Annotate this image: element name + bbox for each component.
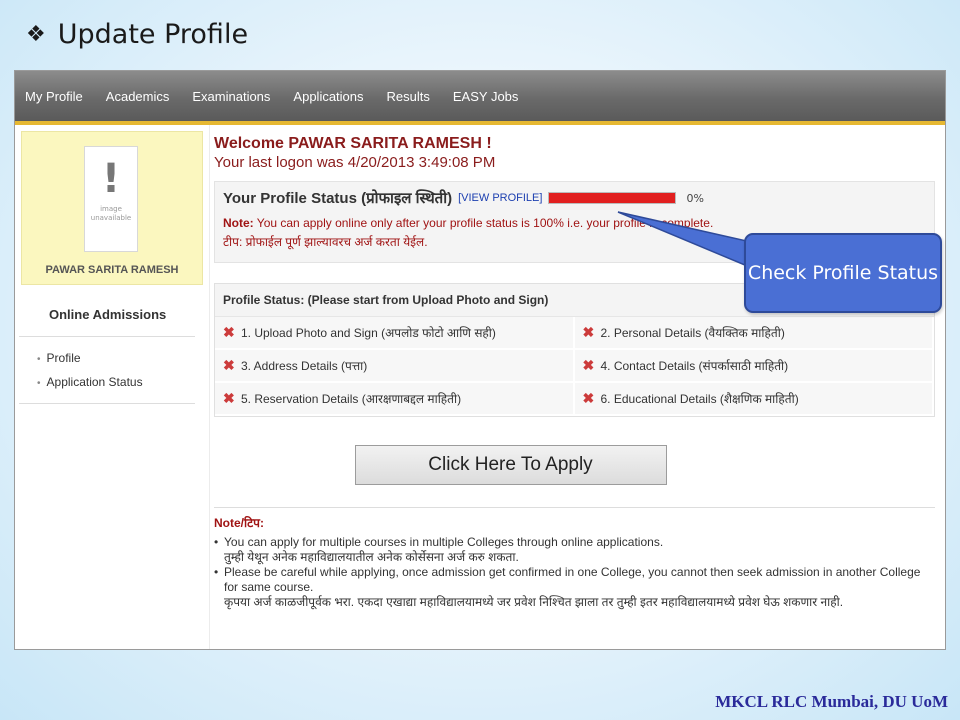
sidebar: ! image unavailable PAWAR SARITA RAMESH … bbox=[15, 125, 209, 649]
note-line: Note: You can apply online only after yo… bbox=[223, 216, 926, 230]
nav-results[interactable]: Results bbox=[387, 89, 430, 104]
bullet-icon: • bbox=[214, 565, 219, 579]
progress-percent: 0% bbox=[686, 191, 704, 205]
profile-progress-bar bbox=[548, 192, 677, 204]
diamond-bullet-icon: ❖ bbox=[26, 21, 46, 47]
step-label: 3. Address Details (पत्ता) bbox=[241, 359, 368, 373]
slide-title: ❖ Update Profile bbox=[26, 14, 248, 54]
note-text: You can apply online only after your pro… bbox=[256, 216, 714, 230]
incomplete-x-icon: ✖ bbox=[223, 357, 235, 373]
incomplete-x-icon: ✖ bbox=[223, 390, 235, 406]
sidebar-section-title: Online Admissions bbox=[19, 285, 195, 337]
profile-photo: ! image unavailable bbox=[84, 146, 138, 252]
step-label: 4. Contact Details (संपर्कासाठी माहिती) bbox=[600, 359, 789, 373]
top-navigation: My Profile Academics Examinations Applic… bbox=[15, 71, 945, 121]
profile-progress-fill bbox=[549, 193, 676, 203]
note-item-mr: कृपया अर्ज काळजीपूर्वक भरा. एकदा एखाद्या… bbox=[224, 595, 844, 609]
student-name: PAWAR SARITA RAMESH bbox=[45, 264, 179, 276]
step-label: 1. Upload Photo and Sign (अपलोड फोटो आणि… bbox=[241, 326, 496, 340]
step-educational-details[interactable]: ✖ 6. Educational Details (शैक्षणिक माहिती… bbox=[574, 383, 934, 416]
nav-my-profile[interactable]: My Profile bbox=[25, 89, 83, 104]
sidebar-menu: • Profile • Application Status bbox=[19, 337, 195, 404]
incomplete-x-icon: ✖ bbox=[582, 390, 595, 406]
main-content: Welcome PAWAR SARITA RAMESH ! Your last … bbox=[209, 125, 945, 649]
profile-card: ! image unavailable PAWAR SARITA RAMESH bbox=[21, 131, 203, 285]
incomplete-x-icon: ✖ bbox=[223, 324, 235, 340]
note-item: • You can apply for multiple courses in m… bbox=[214, 535, 935, 550]
step-contact-details[interactable]: ✖ 4. Contact Details (संपर्कासाठी माहिती) bbox=[574, 350, 934, 383]
step-personal-details[interactable]: ✖ 2. Personal Details (वैयक्तिक माहिती) bbox=[574, 317, 934, 350]
notes-section: Note/टिप: • You can apply for multiple co… bbox=[214, 508, 935, 610]
step-reservation-details[interactable]: ✖ 5. Reservation Details (आरक्षणाबद्दल मा… bbox=[215, 383, 575, 416]
app-screenshot: My Profile Academics Examinations Applic… bbox=[14, 70, 946, 650]
bullet-icon: • bbox=[37, 354, 41, 365]
note-item-cont: for same course. bbox=[224, 580, 314, 594]
note-item: • Please be careful while applying, once … bbox=[214, 565, 935, 580]
profile-status-label: Your Profile Status (प्रोफाइल स्थिती) bbox=[223, 190, 453, 207]
apply-button[interactable]: Click Here To Apply bbox=[354, 445, 667, 485]
incomplete-x-icon: ✖ bbox=[582, 324, 595, 340]
welcome-heading: Welcome PAWAR SARITA RAMESH ! bbox=[214, 135, 492, 152]
view-profile-link[interactable]: [VIEW PROFILE] bbox=[458, 192, 542, 204]
step-upload-photo[interactable]: ✖ 1. Upload Photo and Sign (अपलोड फोटो आण… bbox=[215, 317, 575, 350]
nav-applications[interactable]: Applications bbox=[293, 89, 363, 104]
nav-easy-jobs[interactable]: EASY Jobs bbox=[453, 89, 519, 104]
notes-heading: Note/टिप: bbox=[214, 516, 264, 530]
sidebar-item-label: Profile bbox=[46, 351, 81, 365]
footer-text: MKCL RLC Mumbai, DU UoM bbox=[715, 692, 948, 711]
note-item-mr: तुम्ही येथून अनेक महाविद्यालयातील अनेक क… bbox=[224, 550, 519, 564]
incomplete-x-icon: ✖ bbox=[582, 357, 595, 373]
bullet-icon: • bbox=[214, 535, 219, 549]
photo-placeholder-text: image unavailable bbox=[90, 205, 132, 222]
sidebar-item-application-status[interactable]: • Application Status bbox=[37, 371, 195, 395]
step-label: 2. Personal Details (वैयक्तिक माहिती) bbox=[600, 326, 785, 340]
note-label: Note: bbox=[223, 216, 254, 230]
step-address-details[interactable]: ✖ 3. Address Details (पत्ता) bbox=[215, 350, 575, 383]
last-logon-text: Your last logon was 4/20/2013 3:49:08 PM bbox=[214, 154, 496, 171]
sidebar-item-profile[interactable]: • Profile bbox=[37, 347, 195, 371]
step-label: 6. Educational Details (शैक्षणिक माहिती) bbox=[600, 392, 799, 406]
slide-title-text: Update Profile bbox=[57, 18, 249, 50]
nav-academics[interactable]: Academics bbox=[106, 89, 170, 104]
callout-check-profile-status: Check Profile Status bbox=[744, 233, 942, 313]
image-unavailable-icon: ! bbox=[101, 156, 121, 202]
note-text-en: Please be careful while applying, once a… bbox=[224, 565, 921, 579]
nav-examinations[interactable]: Examinations bbox=[192, 89, 270, 104]
step-label: 5. Reservation Details (आरक्षणाबद्दल माह… bbox=[241, 392, 462, 406]
sidebar-item-label: Application Status bbox=[46, 375, 143, 389]
note-text-en: You can apply for multiple courses in mu… bbox=[224, 535, 664, 549]
bullet-icon: • bbox=[37, 378, 41, 389]
